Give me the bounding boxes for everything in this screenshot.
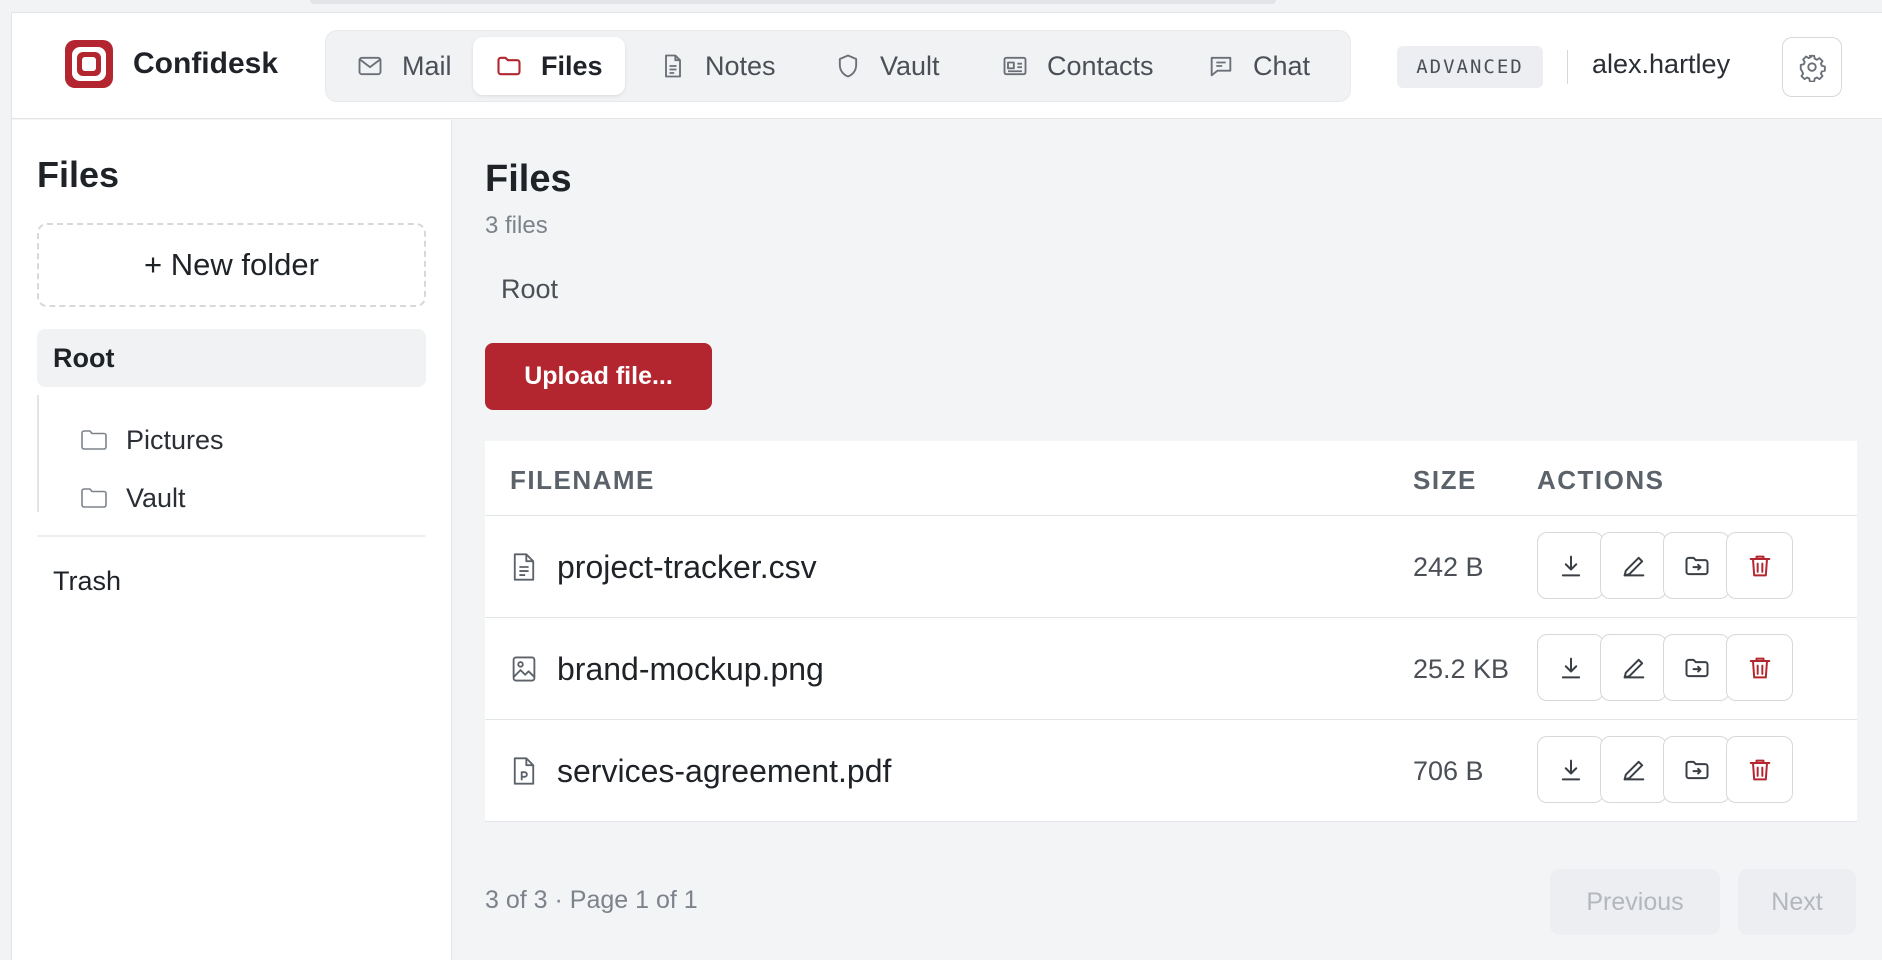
tab-contacts-label: Contacts [1047, 50, 1154, 81]
sidebar: Files + New folder Root Pictures Vault T… [12, 120, 452, 960]
note-icon [665, 54, 681, 78]
tab-mail[interactable]: Mail [334, 37, 474, 95]
pagination-info: 3 of 3 · Page 1 of 1 [485, 886, 698, 914]
tab-contacts[interactable]: Contacts [979, 37, 1176, 95]
previous-page-button[interactable]: Previous [1550, 869, 1720, 935]
upload-file-button[interactable]: Upload file... [485, 343, 712, 410]
tab-chat[interactable]: Chat [1185, 37, 1332, 95]
tab-files[interactable]: Files [473, 37, 625, 95]
download-button[interactable] [1537, 736, 1604, 803]
rename-button[interactable] [1600, 532, 1667, 599]
column-size[interactable]: SIZE [1413, 465, 1477, 496]
download-icon [1561, 555, 1580, 576]
pdf-file-icon [513, 757, 535, 785]
main-content: Files 3 files Root Upload file... FILENA… [453, 120, 1882, 960]
sidebar-item-root[interactable]: Root [37, 329, 426, 387]
table-row: project-tracker.csv 242 B [485, 516, 1857, 618]
folder-move-icon [1685, 658, 1708, 677]
file-size: 706 B [1413, 756, 1484, 786]
download-icon [1561, 657, 1580, 678]
folder-icon [497, 56, 521, 76]
file-size: 242 B [1413, 552, 1484, 582]
column-filename[interactable]: FILENAME [510, 465, 655, 496]
next-page-button[interactable]: Next [1738, 869, 1856, 935]
file-name[interactable]: brand-mockup.png [557, 651, 824, 688]
rename-button[interactable] [1600, 634, 1667, 701]
address-bar-edge [310, 0, 1276, 4]
delete-button[interactable] [1726, 532, 1793, 599]
confidesk-logo-icon [65, 40, 113, 88]
folder-label: Pictures [126, 424, 224, 455]
sidebar-title: Files [37, 154, 120, 195]
sidebar-item-trash[interactable]: Trash [53, 566, 121, 597]
table-row: brand-mockup.png 25.2 KB [485, 618, 1857, 720]
app-frame: Confidesk Mail Files Notes Vault Contact… [11, 12, 1882, 960]
download-button[interactable] [1537, 634, 1604, 701]
breadcrumb-root[interactable]: Root [501, 274, 558, 305]
pencil-icon [1623, 658, 1644, 678]
app-name: Confidesk [133, 47, 279, 80]
top-header: Confidesk Mail Files Notes Vault Contact… [12, 13, 1882, 119]
folder-move-icon [1685, 760, 1708, 779]
column-actions: ACTIONS [1537, 465, 1665, 495]
sidebar-folder-pictures[interactable]: Pictures [80, 416, 224, 464]
mail-icon [358, 56, 382, 76]
mode-badge: ADVANCED [1397, 46, 1543, 88]
file-count: 3 files [485, 212, 548, 239]
tab-chat-label: Chat [1253, 50, 1311, 81]
tab-vault-label: Vault [880, 50, 940, 81]
move-button[interactable] [1663, 532, 1730, 599]
username[interactable]: alex.hartley [1592, 49, 1730, 80]
gear-icon [1799, 54, 1826, 82]
table-row: services-agreement.pdf 706 B [485, 720, 1857, 822]
download-button[interactable] [1537, 532, 1604, 599]
delete-button[interactable] [1726, 736, 1793, 803]
shield-icon [838, 54, 858, 78]
pencil-icon [1623, 760, 1644, 780]
tree-guide-line [37, 395, 39, 512]
trash-icon [1749, 759, 1770, 780]
folder-icon [81, 430, 107, 450]
window-top-strip [0, 0, 1882, 12]
page-title: Files [485, 158, 572, 200]
trash-icon [1749, 555, 1770, 576]
new-folder-button[interactable]: + New folder [37, 223, 426, 307]
tab-mail-label: Mail [402, 50, 452, 81]
main-nav: Mail Files Notes Vault Contacts Chat [325, 30, 1351, 102]
text-file-icon [513, 553, 535, 581]
table-header: FILENAME SIZE ACTIONS [485, 441, 1857, 516]
folder-label: Vault [126, 482, 186, 513]
files-table: FILENAME SIZE ACTIONS project-tracker.cs… [485, 441, 1857, 822]
move-button[interactable] [1663, 634, 1730, 701]
rename-button[interactable] [1600, 736, 1667, 803]
pencil-icon [1623, 556, 1644, 576]
sidebar-divider [37, 535, 426, 537]
tab-notes[interactable]: Notes [637, 37, 798, 95]
file-name[interactable]: project-tracker.csv [557, 549, 817, 586]
sidebar-folder-vault[interactable]: Vault [80, 474, 186, 522]
tab-files-label: Files [541, 50, 603, 81]
trash-icon [1749, 657, 1770, 678]
contact-card-icon [1003, 56, 1027, 76]
settings-button[interactable] [1782, 37, 1842, 97]
image-file-icon [512, 656, 536, 682]
tab-vault[interactable]: Vault [812, 37, 962, 95]
delete-button[interactable] [1726, 634, 1793, 701]
download-icon [1561, 759, 1580, 780]
file-size: 25.2 KB [1413, 654, 1510, 684]
file-name[interactable]: services-agreement.pdf [557, 753, 891, 790]
move-button[interactable] [1663, 736, 1730, 803]
chat-icon [1210, 56, 1232, 77]
folder-icon [81, 488, 107, 508]
brand[interactable]: Confidesk [63, 38, 278, 90]
header-divider [1567, 50, 1568, 84]
tab-notes-label: Notes [705, 50, 776, 81]
folder-move-icon [1685, 556, 1708, 575]
